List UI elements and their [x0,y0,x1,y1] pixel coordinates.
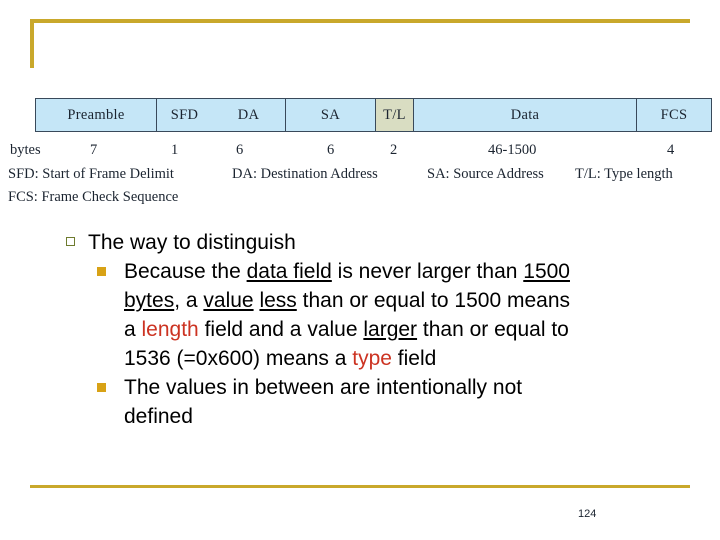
legend-line-1: SFD: Start of Frame Delimit DA: Destinat… [0,166,720,189]
legend-tl: T/L: Type length [575,166,673,182]
frame-field-sfd: SFD [157,99,212,131]
square-filled-bullet-icon [97,383,106,392]
bullet-level2-because: Because the data field is never larger t… [0,257,720,373]
slide-top-rule [30,19,690,23]
bullet-level2-text: Because the data field is never larger t… [124,257,720,373]
square-outline-bullet-icon [66,237,75,246]
bytes-value-data: 46-1500 [488,142,537,158]
seg-1500: 1500 [523,260,570,283]
frame-field-data: Data [414,99,637,131]
bullet-level1-text: The way to distinguish [88,231,296,254]
bytes-value-sfd: 1 [171,142,179,158]
seg-because: Because the [124,260,247,283]
seg-less: less [259,289,297,312]
bullet-level2-invalues: The values in between are intentionally … [0,373,720,431]
legend-sa: SA: Source Address [427,166,544,182]
frame-legend: SFD: Start of Frame Delimit DA: Destinat… [0,166,720,212]
bytes-value-tl: 2 [390,142,398,158]
slide-body: The way to distinguish Because the data … [0,228,720,431]
seg-field: field [391,347,437,370]
frame-bytes-row: bytes 7 1 6 6 2 46-1500 4 [0,142,720,162]
bullet2-line-1: Because the data field is never larger t… [124,257,720,286]
bytes-row-label: bytes [10,142,41,158]
slide-bottom-rule [30,485,690,488]
bytes-value-fcs: 4 [667,142,675,158]
legend-sfd: SFD: Start of Frame Delimit [8,166,174,182]
frame-field-row: Preamble SFD DA SA T/L Data FCS [35,98,712,132]
bytes-value-sa: 6 [327,142,335,158]
legend-fcs: FCS: Frame Check Sequence [8,189,179,205]
bullet2-line-3: a length field and a value larger than o… [124,315,720,344]
seg-larger: larger [363,318,418,341]
seg-than-equal-1500: than or equal to 1500 means [296,289,570,312]
frame-field-fcs: FCS [637,99,711,131]
frame-field-da: DA [212,99,286,131]
seg-type: type [352,347,392,370]
frame-field-tl: T/L [376,99,414,131]
bytes-value-da: 6 [236,142,244,158]
seg-1536: 1536 (=0x600) means a [124,347,353,370]
frame-field-sa: SA [286,99,376,131]
square-filled-bullet-icon [97,267,106,276]
seg-comma-a: , a [174,289,204,312]
bullet2-line-2: bytes, a value less than or equal to 150… [124,286,720,315]
seg-length: length [141,318,199,341]
page-number: 124 [578,508,597,520]
seg-value: value [203,289,254,312]
bullet2-line-4: 1536 (=0x600) means a type field [124,344,720,373]
frame-field-preamble: Preamble [36,99,157,131]
slide-left-bracket [30,19,34,68]
seg-field-and-value: field and a value [198,318,364,341]
legend-line-2: FCS: Frame Check Sequence [0,189,720,212]
bytes-value-preamble: 7 [90,142,98,158]
bullet3-line-1: The values in between are intentionally … [124,376,523,399]
legend-da: DA: Destination Address [232,166,378,182]
bullet-level1-distinguish: The way to distinguish [0,228,720,257]
bullet3-line-2: defined [124,405,193,428]
seg-than-equal-to: than or equal to [417,318,569,341]
seg-data-field: data field [246,260,332,283]
seg-never-larger: is never larger than [331,260,524,283]
ethernet-frame-figure: Preamble SFD DA SA T/L Data FCS bytes 7 … [0,88,720,218]
seg-bytes: bytes [124,289,175,312]
bullet-level2-text: The values in between are intentionally … [124,373,720,431]
seg-a: a [124,318,142,341]
